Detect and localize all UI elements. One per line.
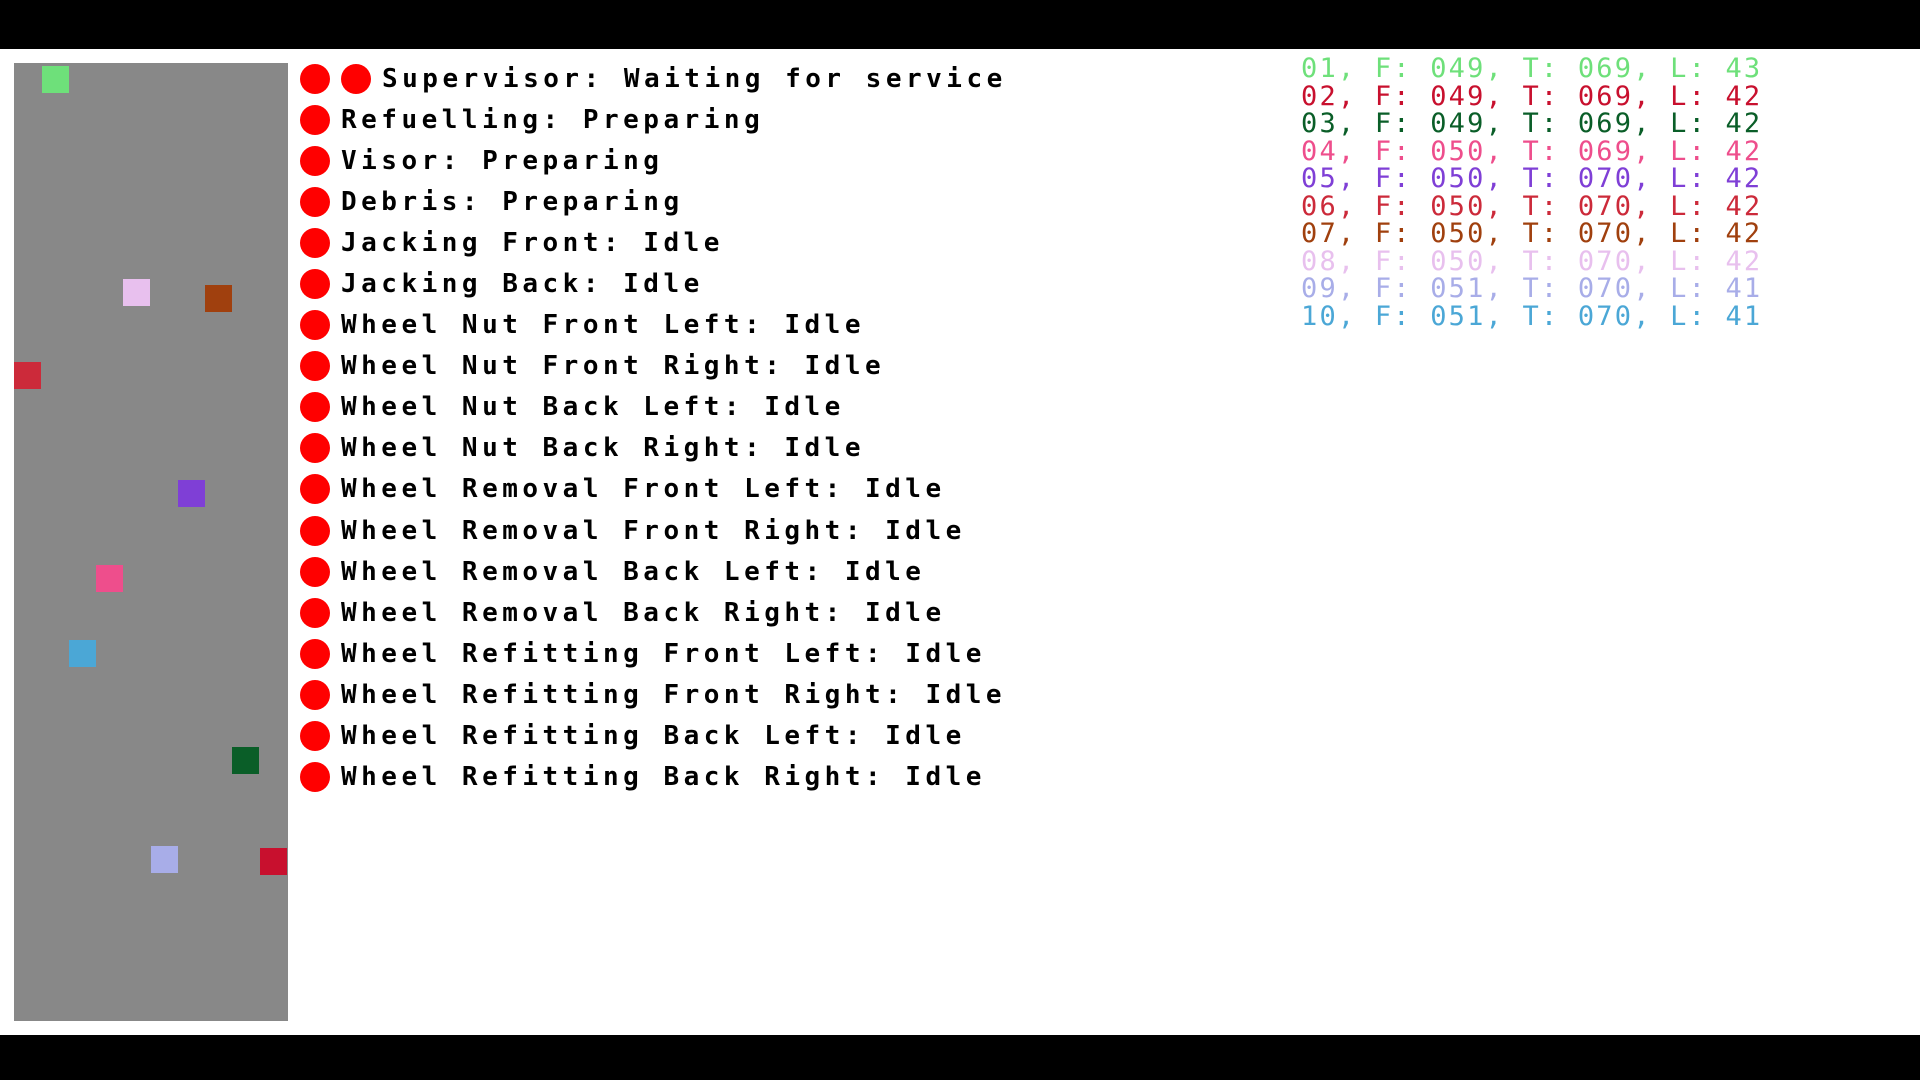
status-row: Wheel Nut Back Right: Idle bbox=[300, 428, 1007, 469]
status-row: Wheel Removal Front Right: Idle bbox=[300, 510, 1007, 551]
status-indicator-icon bbox=[300, 227, 330, 258]
leaderboard: 01, F: 049, T: 069, L: 43 02, F: 049, T: … bbox=[1301, 55, 1762, 330]
status-row: Wheel Refitting Front Left: Idle bbox=[300, 633, 1007, 674]
status-row: Supervisor: Waiting for service bbox=[300, 58, 1007, 99]
status-indicator-icon bbox=[300, 433, 330, 464]
status-text: Wheel Removal Back Left: Idle bbox=[341, 556, 926, 587]
status-row: Wheel Removal Back Left: Idle bbox=[300, 551, 1007, 592]
car-marker bbox=[96, 565, 123, 592]
leaderboard-row: 10, F: 051, T: 070, L: 41 bbox=[1301, 300, 1763, 332]
status-text: Jacking Front: Idle bbox=[341, 227, 724, 258]
race-view: Supervisor: Waiting for service Refuellin… bbox=[0, 49, 1920, 1035]
car-marker bbox=[69, 640, 96, 667]
status-row: Wheel Refitting Back Right: Idle bbox=[300, 757, 1007, 798]
status-text: Wheel Nut Back Right: Idle bbox=[341, 433, 865, 464]
status-text: Wheel Refitting Back Right: Idle bbox=[341, 762, 986, 793]
status-row: Wheel Removal Back Right: Idle bbox=[300, 592, 1007, 633]
status-text: Wheel Refitting Front Left: Idle bbox=[341, 638, 986, 669]
leaderboard-row: 04, F: 050, T: 069, L: 42 bbox=[1301, 135, 1763, 167]
status-row: Wheel Nut Back Left: Idle bbox=[300, 387, 1007, 428]
status-text: Debris: Preparing bbox=[341, 186, 684, 217]
status-row: Wheel Nut Front Right: Idle bbox=[300, 346, 1007, 387]
status-row: Wheel Refitting Front Right: Idle bbox=[300, 674, 1007, 715]
status-indicator-icon bbox=[300, 762, 330, 793]
track-area bbox=[14, 63, 288, 1021]
status-indicator-icon bbox=[300, 269, 330, 300]
leaderboard-row: 05, F: 050, T: 070, L: 42 bbox=[1301, 163, 1763, 194]
leaderboard-row: 07, F: 050, T: 070, L: 42 bbox=[1301, 218, 1763, 249]
status-text: Wheel Refitting Back Left: Idle bbox=[341, 721, 966, 752]
status-text: Refuelling: Preparing bbox=[341, 104, 765, 135]
status-text: Wheel Removal Front Left: Idle bbox=[341, 474, 946, 505]
status-text: Wheel Nut Front Left: Idle bbox=[341, 310, 865, 341]
status-indicator-icon bbox=[300, 310, 330, 341]
status-indicator-icon bbox=[341, 63, 371, 94]
car-marker bbox=[123, 279, 150, 306]
leaderboard-row: 03, F: 049, T: 069, L: 42 bbox=[1301, 108, 1763, 139]
status-row: Refuelling: Preparing bbox=[300, 99, 1007, 140]
status-indicator-icon bbox=[300, 351, 330, 382]
car-marker bbox=[14, 362, 41, 389]
car-marker bbox=[232, 747, 259, 774]
status-row: Wheel Nut Front Left: Idle bbox=[300, 305, 1007, 346]
status-text: Supervisor: Waiting for service bbox=[382, 63, 1007, 94]
status-row: Jacking Front: Idle bbox=[300, 222, 1007, 263]
car-marker bbox=[151, 846, 178, 873]
status-indicator-icon bbox=[300, 186, 330, 217]
status-indicator-icon bbox=[300, 104, 330, 135]
status-indicator-icon bbox=[300, 597, 330, 628]
status-text: Visor: Preparing bbox=[341, 145, 664, 176]
car-marker bbox=[178, 480, 205, 507]
leaderboard-row: 01, F: 049, T: 069, L: 43 bbox=[1301, 53, 1763, 84]
status-row: Jacking Back: Idle bbox=[300, 263, 1007, 304]
status-text: Jacking Back: Idle bbox=[341, 269, 704, 300]
status-indicator-icon bbox=[300, 474, 330, 505]
status-indicator-icon bbox=[300, 63, 330, 94]
status-indicator-icon bbox=[300, 556, 330, 587]
status-row: Wheel Refitting Back Left: Idle bbox=[300, 716, 1007, 757]
status-indicator-icon bbox=[300, 679, 330, 710]
status-text: Wheel Refitting Front Right: Idle bbox=[341, 679, 1007, 710]
car-marker bbox=[205, 285, 232, 312]
status-indicator-icon bbox=[300, 145, 330, 176]
status-text: Wheel Removal Front Right: Idle bbox=[341, 515, 966, 546]
pit-crew-status-list: Supervisor: Waiting for service Refuellin… bbox=[300, 58, 1007, 798]
leaderboard-row: 06, F: 050, T: 070, L: 42 bbox=[1301, 190, 1763, 222]
car-marker bbox=[260, 848, 287, 875]
status-text: Wheel Nut Back Left: Idle bbox=[341, 392, 845, 423]
status-row: Visor: Preparing bbox=[300, 140, 1007, 181]
leaderboard-row: 09, F: 051, T: 070, L: 41 bbox=[1301, 273, 1763, 304]
status-row: Wheel Removal Front Left: Idle bbox=[300, 469, 1007, 510]
status-indicator-icon bbox=[300, 638, 330, 669]
status-text: Wheel Nut Front Right: Idle bbox=[341, 351, 886, 382]
status-indicator-icon bbox=[300, 515, 330, 546]
status-indicator-icon bbox=[300, 392, 330, 423]
car-marker bbox=[42, 66, 69, 93]
status-row: Debris: Preparing bbox=[300, 181, 1007, 222]
leaderboard-row: 08, F: 050, T: 070, L: 42 bbox=[1301, 245, 1763, 277]
status-text: Wheel Removal Back Right: Idle bbox=[341, 597, 946, 628]
status-indicator-icon bbox=[300, 721, 330, 752]
leaderboard-row: 02, F: 049, T: 069, L: 42 bbox=[1301, 80, 1763, 112]
